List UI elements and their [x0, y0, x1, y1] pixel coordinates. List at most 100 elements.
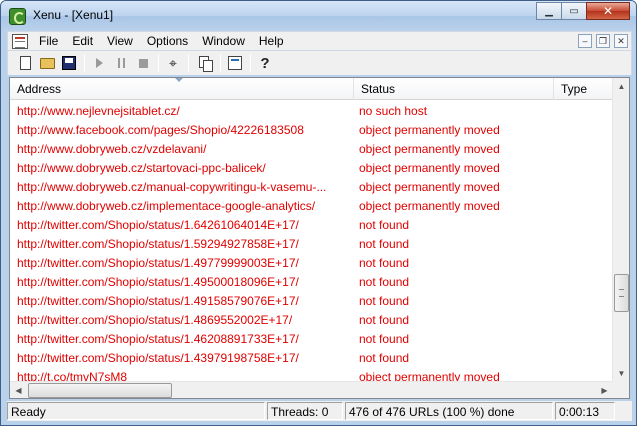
table-row[interactable]: http://twitter.com/Shopio/status/1.49158…: [10, 291, 613, 310]
find-icon: ⌖: [169, 54, 177, 71]
cell-type: [554, 329, 613, 348]
vertical-scrollbar[interactable]: ▲ ▼: [612, 78, 629, 382]
menu-edit[interactable]: Edit: [72, 34, 93, 48]
mdi-close-button[interactable]: ✕: [614, 34, 628, 48]
table-row[interactable]: http://www.facebook.com/pages/Shopio/422…: [10, 120, 613, 139]
menu-view[interactable]: View: [107, 34, 133, 48]
menu-help[interactable]: Help: [259, 34, 284, 48]
cell-address: http://www.dobryweb.cz/vzdelavani/: [17, 142, 207, 156]
cell-status: not found: [359, 332, 410, 346]
resize-grip-icon[interactable]: [617, 402, 632, 420]
title-bar[interactable]: Xenu - [Xenu1] ▁ ▭ ✕: [1, 1, 636, 31]
cell-type: [554, 348, 613, 367]
pause-button[interactable]: [112, 54, 130, 72]
toolbar-separator: [188, 54, 189, 72]
column-header-type-label: Type: [561, 82, 588, 96]
cell-address: http://twitter.com/Shopio/status/1.49779…: [17, 256, 299, 270]
scrollbar-corner: [612, 381, 629, 398]
menu-bar: File Edit View Options Window Help – ❐ ✕: [7, 31, 632, 51]
stop-icon: [138, 58, 148, 68]
properties-icon: [228, 56, 242, 70]
list-rows: http://www.nejlevnejsitablet.cz/no such …: [10, 101, 613, 382]
properties-button[interactable]: [226, 54, 244, 72]
table-row[interactable]: http://twitter.com/Shopio/status/1.48695…: [10, 310, 613, 329]
scroll-down-arrow-icon[interactable]: ▼: [613, 365, 629, 382]
toolbar-separator: [220, 54, 221, 72]
maximize-icon: ▭: [569, 5, 579, 17]
scroll-up-arrow-icon[interactable]: ▲: [613, 78, 629, 95]
close-icon: ✕: [602, 4, 614, 18]
help-button[interactable]: ?: [256, 54, 274, 72]
table-row[interactable]: http://www.dobryweb.cz/vzdelavani/object…: [10, 139, 613, 158]
cell-status: object permanently moved: [359, 370, 500, 382]
xenu-window: Xenu - [Xenu1] ▁ ▭ ✕ File Edit View Opti…: [0, 0, 637, 426]
toolbar-separator: [250, 54, 251, 72]
new-button[interactable]: [16, 54, 34, 72]
open-button[interactable]: [38, 54, 56, 72]
scroll-left-arrow-icon[interactable]: ◀: [10, 382, 27, 398]
cell-address: http://twitter.com/Shopio/status/1.49158…: [17, 294, 299, 308]
vertical-scroll-thumb[interactable]: [614, 274, 629, 312]
cell-status: not found: [359, 275, 410, 289]
table-row[interactable]: http://www.nejlevnejsitablet.cz/no such …: [10, 101, 613, 120]
column-header-address[interactable]: Address: [10, 78, 354, 100]
table-row[interactable]: http://twitter.com/Shopio/status/1.46208…: [10, 329, 613, 348]
table-row[interactable]: http://t.co/tmvN7sM8 object permanently m…: [10, 367, 613, 382]
status-ready: Ready: [7, 402, 265, 420]
menu-window[interactable]: Window: [202, 34, 245, 48]
copy-button[interactable]: [196, 54, 214, 72]
scroll-right-arrow-icon[interactable]: ▶: [596, 382, 613, 398]
cell-type: [554, 310, 613, 329]
horizontal-scroll-thumb[interactable]: [28, 383, 172, 398]
close-button[interactable]: ✕: [586, 2, 630, 20]
horizontal-scrollbar[interactable]: ◀ ▶: [10, 381, 613, 398]
table-row[interactable]: http://www.dobryweb.cz/implementace-goog…: [10, 196, 613, 215]
table-row[interactable]: http://twitter.com/Shopio/status/1.43979…: [10, 348, 613, 367]
table-row[interactable]: http://twitter.com/Shopio/status/1.64261…: [10, 215, 613, 234]
status-elapsed-time: 0:00:13: [555, 402, 615, 420]
xenu-app-icon[interactable]: [9, 8, 26, 25]
cell-address: http://www.nejlevnejsitablet.cz/: [17, 104, 180, 118]
table-row[interactable]: http://www.dobryweb.cz/manual-copywritin…: [10, 177, 613, 196]
cell-status: not found: [359, 351, 410, 365]
toolbar-separator: [158, 54, 159, 72]
status-threads: Threads: 0: [267, 402, 343, 420]
cell-status: object permanently moved: [359, 161, 500, 175]
menu-options[interactable]: Options: [147, 34, 188, 48]
stop-button[interactable]: [134, 54, 152, 72]
mdi-restore-button[interactable]: ❐: [596, 34, 610, 48]
open-folder-icon: [39, 57, 55, 69]
cell-type: [554, 196, 613, 215]
column-header-type[interactable]: Type: [554, 78, 613, 100]
cell-address: http://twitter.com/Shopio/status/1.59294…: [17, 237, 299, 251]
caption-buttons: ▁ ▭ ✕: [536, 2, 630, 21]
cell-type: [554, 367, 613, 382]
column-header-status[interactable]: Status: [354, 78, 554, 100]
cell-address: http://twitter.com/Shopio/status/1.64261…: [17, 218, 299, 232]
cell-address: http://twitter.com/Shopio/status/1.49500…: [17, 275, 299, 289]
status-progress: 476 of 476 URLs (100 %) done: [345, 402, 553, 420]
cell-type: [554, 158, 613, 177]
cell-status: not found: [359, 313, 410, 327]
cell-status: not found: [359, 256, 410, 270]
document-system-menu-icon[interactable]: [12, 34, 28, 49]
table-row[interactable]: http://www.dobryweb.cz/startovaci-ppc-ba…: [10, 158, 613, 177]
table-row[interactable]: http://twitter.com/Shopio/status/1.59294…: [10, 234, 613, 253]
cell-type: [554, 272, 613, 291]
toolbar: ⌖ ?: [7, 51, 632, 75]
menu-list: File Edit View Options Window Help: [39, 34, 298, 48]
start-button[interactable]: [90, 54, 108, 72]
cell-address: http://t.co/tmvN7sM8: [17, 370, 128, 382]
table-row[interactable]: http://twitter.com/Shopio/status/1.49779…: [10, 253, 613, 272]
menu-file[interactable]: File: [39, 34, 58, 48]
find-button[interactable]: ⌖: [164, 54, 182, 72]
minimize-button[interactable]: ▁: [536, 2, 562, 20]
table-row[interactable]: http://twitter.com/Shopio/status/1.49500…: [10, 272, 613, 291]
mdi-minimize-button[interactable]: –: [578, 34, 592, 48]
save-button[interactable]: [60, 54, 78, 72]
url-list-view[interactable]: Address Status Type http://www.nejlevnej…: [9, 77, 630, 399]
cell-type: [554, 101, 613, 120]
cell-type: [554, 253, 613, 272]
maximize-button[interactable]: ▭: [561, 2, 587, 20]
column-header-status-label: Status: [361, 82, 396, 96]
